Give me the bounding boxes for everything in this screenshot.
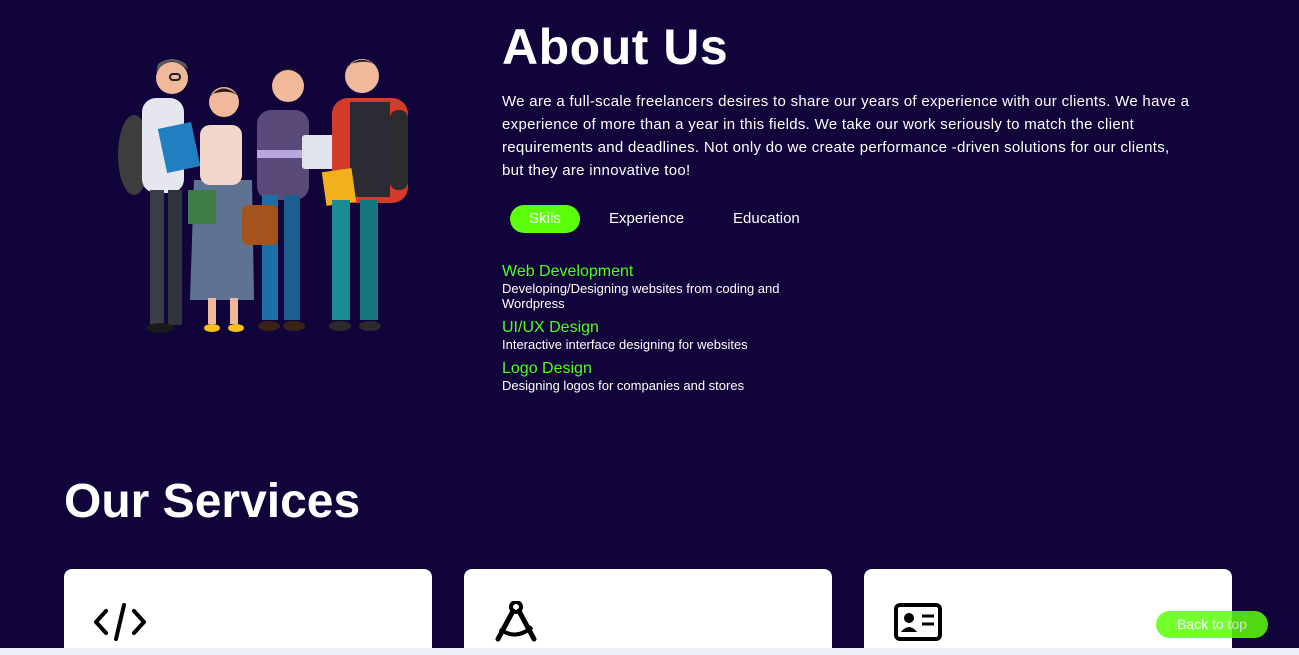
about-section: About Us We are a full-scale freelancers… [502,20,1202,401]
skills-list: Web Development Developing/Designing web… [502,263,792,393]
skill-title: UI/UX Design [502,319,599,336]
about-description: We are a full-scale freelancers desires … [502,93,1190,179]
tab-experience[interactable]: Experience [609,205,684,233]
skill-title: Logo Design [502,360,592,377]
skill-description: Developing/Designing websites from codin… [502,281,780,311]
back-to-top-button[interactable]: Back to top [1156,611,1268,638]
service-card-web[interactable] [64,569,432,655]
about-tabs: Skils Experience Education [502,205,1202,233]
code-icon [94,603,146,641]
person-red-jacket [321,59,408,331]
page-bottom-edge [0,648,1299,655]
service-card-design[interactable] [464,569,832,655]
skill-title: Web Development [502,263,634,280]
team-illustration [118,59,408,333]
skill-item: UI/UX Design Interactive interface desig… [502,319,792,352]
tab-skills[interactable]: Skils [510,205,580,233]
tab-education[interactable]: Education [733,205,800,233]
about-title: About Us [502,19,729,75]
skill-item: Web Development Developing/Designing web… [502,263,792,311]
services-title: Our Services [64,475,361,528]
skill-description: Interactive interface designing for webs… [502,337,748,352]
skill-item: Logo Design Designing logos for companie… [502,360,792,393]
id-card-icon [894,603,942,641]
skill-description: Designing logos for companies and stores [502,378,745,393]
compass-drafting-icon [495,601,537,642]
